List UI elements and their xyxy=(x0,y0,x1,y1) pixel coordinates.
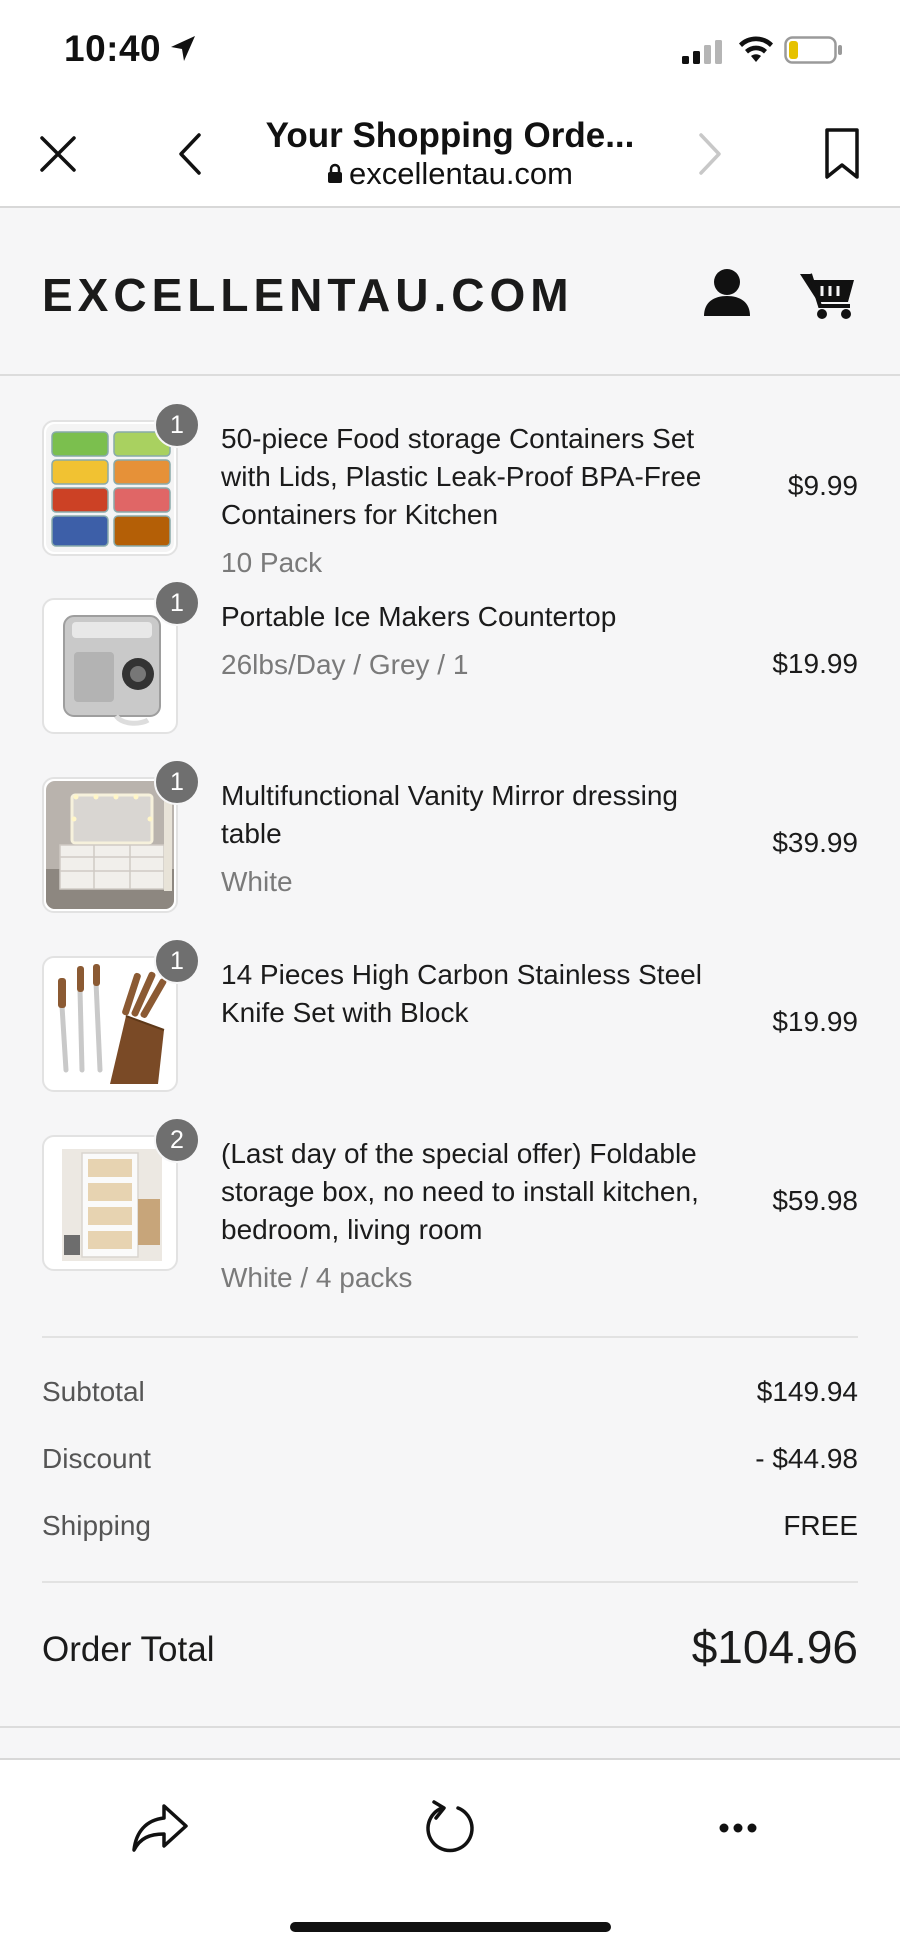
status-time: 10:40 xyxy=(64,28,162,69)
order-total-value: $104.96 xyxy=(691,1621,858,1673)
shipping-label: Shipping xyxy=(42,1510,151,1541)
item-details: 14 Pieces High Carbon Stainless Steel Kn… xyxy=(221,956,721,1032)
product-thumbnail: 1 xyxy=(42,938,200,1092)
vanity-table-image xyxy=(46,781,174,909)
close-button[interactable] xyxy=(34,130,82,178)
browser-toolbar xyxy=(0,1758,900,1947)
browser-header: Your Shopping Orde... excellentau.com xyxy=(0,100,900,208)
item-details: Portable Ice Makers Countertop 26lbs/Day… xyxy=(221,598,721,684)
item-title: (Last day of the special offer) Foldable… xyxy=(221,1138,699,1245)
home-indicator[interactable] xyxy=(290,1922,611,1932)
discount-label: Discount xyxy=(42,1443,151,1474)
ice-maker-image xyxy=(46,602,174,730)
order-item[interactable]: 1 Multifunctional Vanity Mirror dressing… xyxy=(0,733,900,913)
product-thumbnail: 1 xyxy=(42,580,200,734)
item-details: Multifunctional Vanity Mirror dressing t… xyxy=(221,777,721,901)
subtotal-value: $149.94 xyxy=(756,1376,858,1407)
order-item[interactable]: 1 Portable Ice Makers Countertop 26lbs/D… xyxy=(0,554,900,734)
item-price: $19.99 xyxy=(772,648,858,679)
shipping-value: FREE xyxy=(783,1510,858,1541)
account-button[interactable] xyxy=(700,266,754,318)
back-button[interactable] xyxy=(168,130,212,178)
item-price: $59.98 xyxy=(772,1185,858,1216)
order-item[interactable]: 2 (Last day of the special offer) Foldab… xyxy=(0,1091,900,1293)
item-details: (Last day of the special offer) Foldable… xyxy=(221,1135,721,1297)
quantity-badge: 2 xyxy=(154,1117,200,1163)
quantity-badge: 1 xyxy=(154,580,200,626)
page-content-peek xyxy=(0,1728,900,1758)
page-title: Your Shopping Orde... xyxy=(265,116,635,155)
product-thumbnail: 2 xyxy=(42,1117,200,1271)
knife-set-image xyxy=(46,960,174,1088)
quantity-badge: 1 xyxy=(154,402,200,448)
location-arrow-icon xyxy=(171,36,195,61)
user-icon xyxy=(704,269,750,316)
forward-button[interactable] xyxy=(688,130,732,178)
page-url-text: excellentau.com xyxy=(348,156,573,191)
reload-icon xyxy=(426,1800,474,1853)
item-title: 50-piece Food storage Containers Set wit… xyxy=(221,423,702,530)
order-total-label: Order Total xyxy=(42,1630,215,1669)
item-price: $9.99 xyxy=(787,470,858,501)
item-price: $19.99 xyxy=(772,1006,858,1037)
cart-icon xyxy=(800,273,854,319)
item-price: $39.99 xyxy=(772,827,858,858)
order-item[interactable]: 1 14 Pieces High Carbon Stainless Steel … xyxy=(0,912,900,1092)
bookmark-icon xyxy=(825,128,859,179)
share-icon xyxy=(132,1804,188,1852)
total-divider xyxy=(42,1581,858,1583)
quantity-badge: 1 xyxy=(154,759,200,805)
store-logo[interactable]: EXCELLENTAU.COM xyxy=(42,268,574,322)
reload-button[interactable] xyxy=(420,1798,480,1858)
summary-divider xyxy=(42,1336,858,1338)
cart-button[interactable] xyxy=(798,268,856,320)
item-title: Portable Ice Makers Countertop xyxy=(221,601,617,632)
lock-icon xyxy=(327,163,342,183)
product-thumbnail: 1 xyxy=(42,402,200,556)
close-icon xyxy=(40,136,76,172)
subtotal-label: Subtotal xyxy=(42,1376,145,1407)
item-variant: White xyxy=(221,866,293,897)
more-button[interactable] xyxy=(712,1810,764,1846)
discount-value: - $44.98 xyxy=(755,1443,858,1474)
page-url[interactable]: excellentau.com xyxy=(230,156,670,192)
share-button[interactable] xyxy=(130,1800,190,1856)
order-item[interactable]: 1 50-piece Food storage Containers Set w… xyxy=(0,376,900,578)
item-title: Multifunctional Vanity Mirror dressing t… xyxy=(221,780,678,849)
storage-box-image xyxy=(46,1139,174,1267)
item-title: 14 Pieces High Carbon Stainless Steel Kn… xyxy=(221,959,702,1028)
quantity-badge: 1 xyxy=(154,938,200,984)
battery-low-icon xyxy=(784,36,842,64)
product-thumbnail: 1 xyxy=(42,759,200,913)
cellular-signal-icon xyxy=(682,40,722,64)
item-variant: White / 4 packs xyxy=(221,1262,413,1293)
food-containers-image xyxy=(46,424,174,552)
status-bar: 10:40 xyxy=(0,0,900,100)
chevron-right-icon xyxy=(699,133,721,175)
store-header: EXCELLENTAU.COM xyxy=(0,210,900,376)
more-icon xyxy=(719,1823,757,1833)
chevron-left-icon xyxy=(179,133,201,175)
wifi-icon xyxy=(739,36,773,62)
bookmark-button[interactable] xyxy=(818,126,866,182)
item-variant: 26lbs/Day / Grey / 1 xyxy=(221,649,469,680)
